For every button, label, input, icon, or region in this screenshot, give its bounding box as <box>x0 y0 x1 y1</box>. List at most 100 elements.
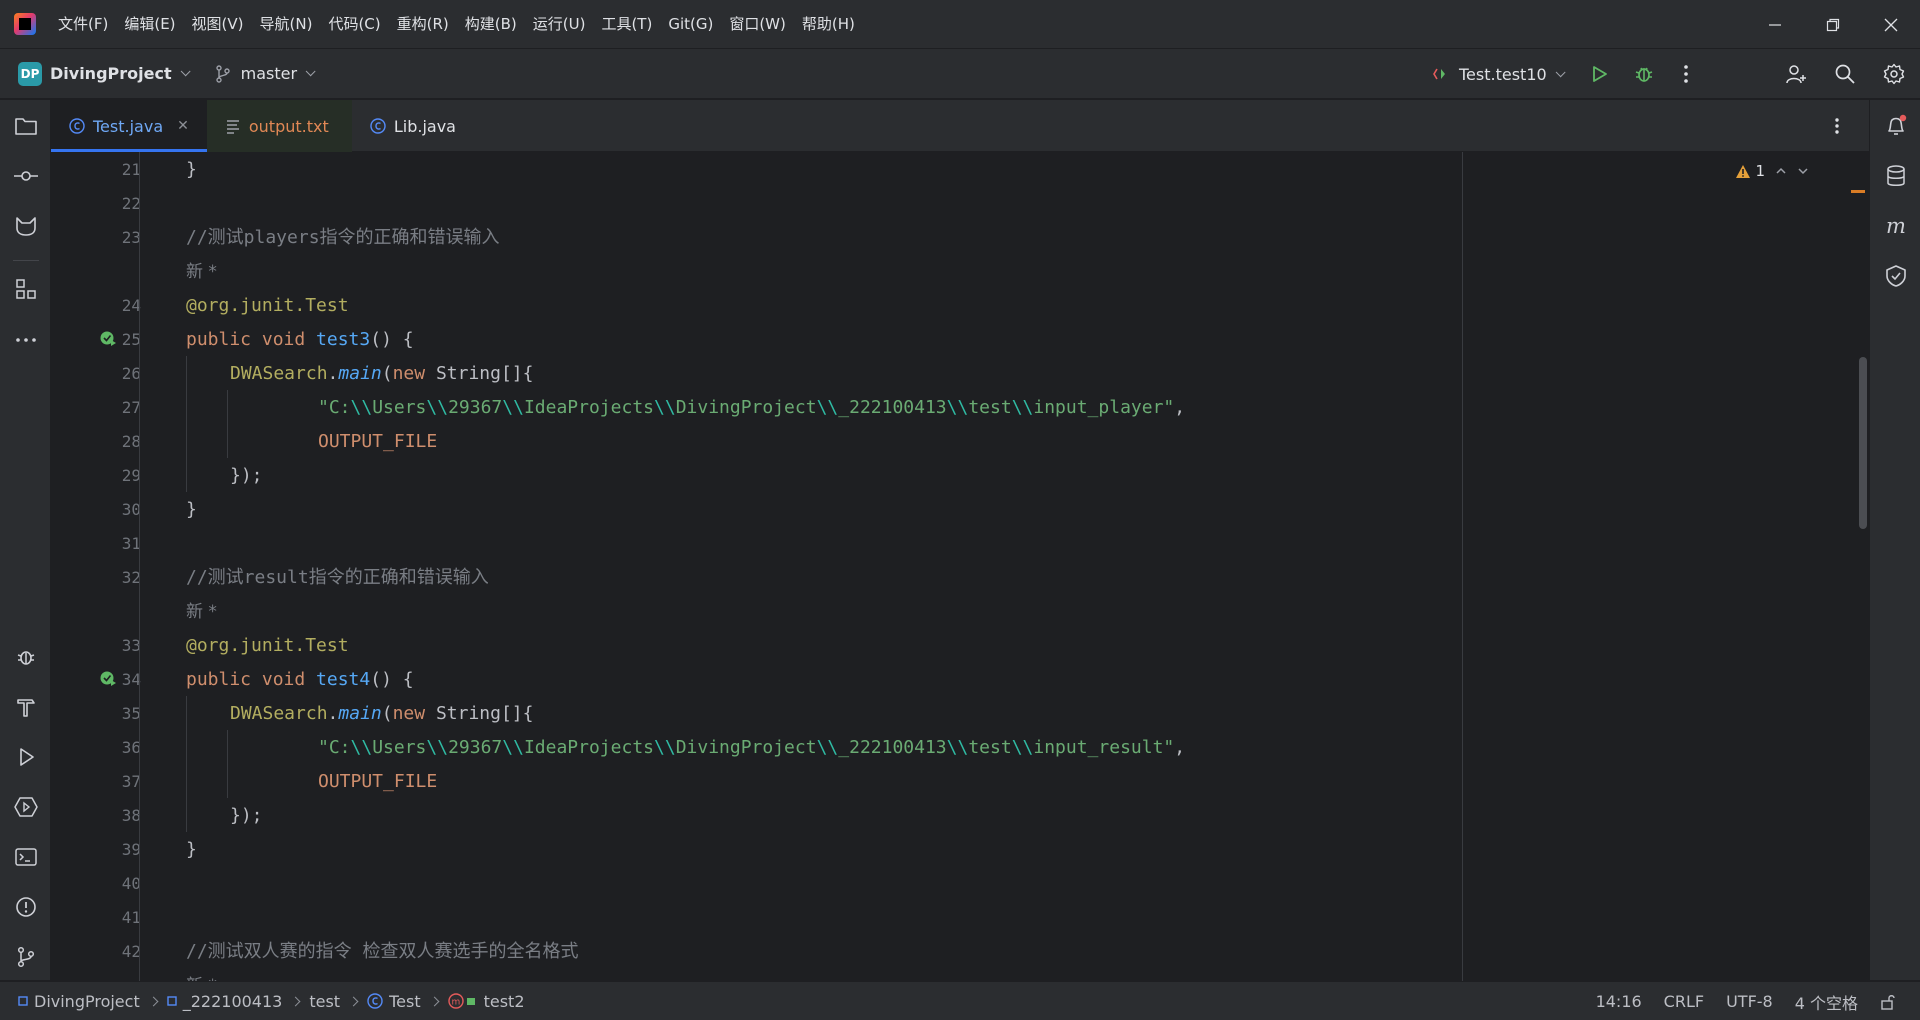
code-token: _222100413 <box>838 737 947 758</box>
editor-scrollbar[interactable] <box>1851 152 1869 981</box>
menu-tools[interactable]: 工具(T) <box>593 9 660 39</box>
menu-refactor[interactable]: 重构(R) <box>389 9 457 39</box>
editor-gutter[interactable]: 21 22 23 24 25 26 27 28 29 30 31 32 33 3… <box>51 152 141 981</box>
tab-output-txt[interactable]: output.txt <box>206 100 352 152</box>
terminal-tool-button[interactable] <box>13 844 39 870</box>
vcs-branch-widget[interactable]: master <box>215 64 316 83</box>
debug-button[interactable] <box>1632 62 1656 86</box>
commit-tool-button[interactable] <box>13 163 39 189</box>
caret-position[interactable]: 14:16 <box>1596 992 1642 1011</box>
services-tool-button[interactable] <box>13 794 39 820</box>
code-editor[interactable]: 21 22 23 24 25 26 27 28 29 30 31 32 33 3… <box>51 152 1869 981</box>
chevron-up-icon[interactable] <box>1775 166 1787 176</box>
menu-git[interactable]: Git(G) <box>660 9 721 39</box>
database-tool-button[interactable] <box>1883 163 1909 189</box>
menu-build[interactable]: 构建(B) <box>457 9 525 39</box>
tab-lib-java[interactable]: Lib.java <box>352 100 474 152</box>
code-line: } <box>186 153 197 187</box>
scrollbar-thumb[interactable] <box>1859 357 1867 529</box>
structure-tool-button[interactable] <box>13 276 39 302</box>
pull-requests-tool-button[interactable] <box>13 213 39 239</box>
code-token: \\ <box>502 397 524 418</box>
code-line: } <box>186 839 197 860</box>
code-area[interactable]: } //测试players指令的正确和错误输入 新 * @org.junit.T… <box>186 152 1486 981</box>
run-test-gutter-icon[interactable] <box>99 330 117 348</box>
line-number: 30 <box>121 500 141 519</box>
close-tab-icon[interactable]: ✕ <box>177 118 189 134</box>
minimize-button[interactable] <box>1746 0 1804 49</box>
build-tool-button[interactable] <box>13 694 39 720</box>
svg-text:m: m <box>451 998 460 1008</box>
more-actions-button[interactable] <box>1674 62 1698 86</box>
close-window-button[interactable] <box>1862 0 1920 49</box>
restore-button[interactable] <box>1804 0 1862 49</box>
menu-run[interactable]: 运行(U) <box>525 9 594 39</box>
tab-test-java[interactable]: Test.java ✕ <box>51 100 207 152</box>
project-name[interactable]: DivingProject <box>50 64 172 83</box>
run-button[interactable] <box>1587 62 1611 86</box>
intellij-logo-icon[interactable] <box>14 13 36 35</box>
breadcrumb-module[interactable]: _222100413 <box>167 992 282 1011</box>
chevron-down-icon[interactable] <box>1797 166 1809 176</box>
author-inlay-hint[interactable]: 新 * <box>186 255 217 289</box>
line-number: 35 <box>121 704 141 723</box>
menu-file[interactable]: 文件(F) <box>50 9 116 39</box>
security-tool-button[interactable] <box>1883 263 1909 289</box>
breadcrumb-folder[interactable]: test <box>309 992 340 1011</box>
line-number: 28 <box>121 432 141 451</box>
chevron-down-icon[interactable] <box>180 66 191 77</box>
services-icon <box>14 797 38 817</box>
menu-help[interactable]: 帮助(H) <box>794 9 863 39</box>
code-token: () { <box>370 669 414 690</box>
notifications-tool-button[interactable] <box>1883 113 1909 139</box>
menu-view[interactable]: 视图(V) <box>184 9 252 39</box>
svg-text:m: m <box>1886 215 1906 237</box>
code-token: 29367 <box>448 737 503 758</box>
code-line: }); <box>230 465 263 486</box>
search-everywhere-button[interactable] <box>1833 62 1857 86</box>
code-token: \\ <box>816 737 839 758</box>
menu-window[interactable]: 窗口(W) <box>721 9 794 39</box>
menu-navigate[interactable]: 导航(N) <box>252 9 321 39</box>
project-tool-button[interactable] <box>13 113 39 139</box>
line-number: 37 <box>121 772 141 791</box>
editor-tab-bar: Test.java ✕ output.txt Lib.java <box>51 100 1869 152</box>
line-separator[interactable]: CRLF <box>1664 992 1704 1011</box>
code-token: \\ <box>946 397 969 418</box>
code-token: test <box>968 737 1012 758</box>
unlock-icon[interactable] <box>1880 994 1896 1010</box>
run-tool-button[interactable] <box>13 744 39 770</box>
author-inlay-hint[interactable]: 新 * <box>186 969 217 981</box>
more-tool-windows-button[interactable] <box>13 327 39 353</box>
run-configuration-selector[interactable]: Test.test10 <box>1433 49 1566 99</box>
line-number: 23 <box>121 228 141 247</box>
indent-setting[interactable]: 4 个空格 <box>1795 990 1858 1014</box>
line-number: 41 <box>121 908 141 927</box>
breadcrumb-method[interactable]: m test2 <box>447 992 525 1011</box>
code-token: main <box>338 363 382 384</box>
run-test-gutter-icon[interactable] <box>99 670 117 688</box>
inspection-widget[interactable]: 1 <box>1735 162 1809 180</box>
breadcrumb-class[interactable]: Test <box>367 992 421 1011</box>
menu-code[interactable]: 代码(C) <box>320 9 388 39</box>
code-with-me-button[interactable] <box>1784 62 1808 86</box>
warning-marker[interactable] <box>1851 190 1865 193</box>
maven-tool-button[interactable]: m <box>1883 213 1909 239</box>
git-tool-button[interactable] <box>13 944 39 970</box>
tab-actions-button[interactable] <box>1827 114 1847 138</box>
breadcrumb-project[interactable]: DivingProject <box>18 992 140 1011</box>
code-line: public void test3() { <box>186 323 414 357</box>
code-token: } <box>186 159 197 180</box>
author-inlay-hint[interactable]: 新 * <box>186 595 217 629</box>
problems-tool-button[interactable] <box>13 894 39 920</box>
project-badge[interactable]: DP <box>18 61 42 86</box>
line-number: 21 <box>121 160 141 179</box>
code-token: IdeaProjects <box>523 737 654 758</box>
code-token: () { <box>370 329 414 350</box>
file-encoding[interactable]: UTF-8 <box>1726 992 1773 1011</box>
code-token: \\ <box>1011 737 1034 758</box>
debug-tool-button[interactable] <box>13 644 39 670</box>
settings-button[interactable] <box>1882 62 1906 86</box>
code-token: \\ <box>426 737 449 758</box>
menu-edit[interactable]: 编辑(E) <box>116 9 183 39</box>
